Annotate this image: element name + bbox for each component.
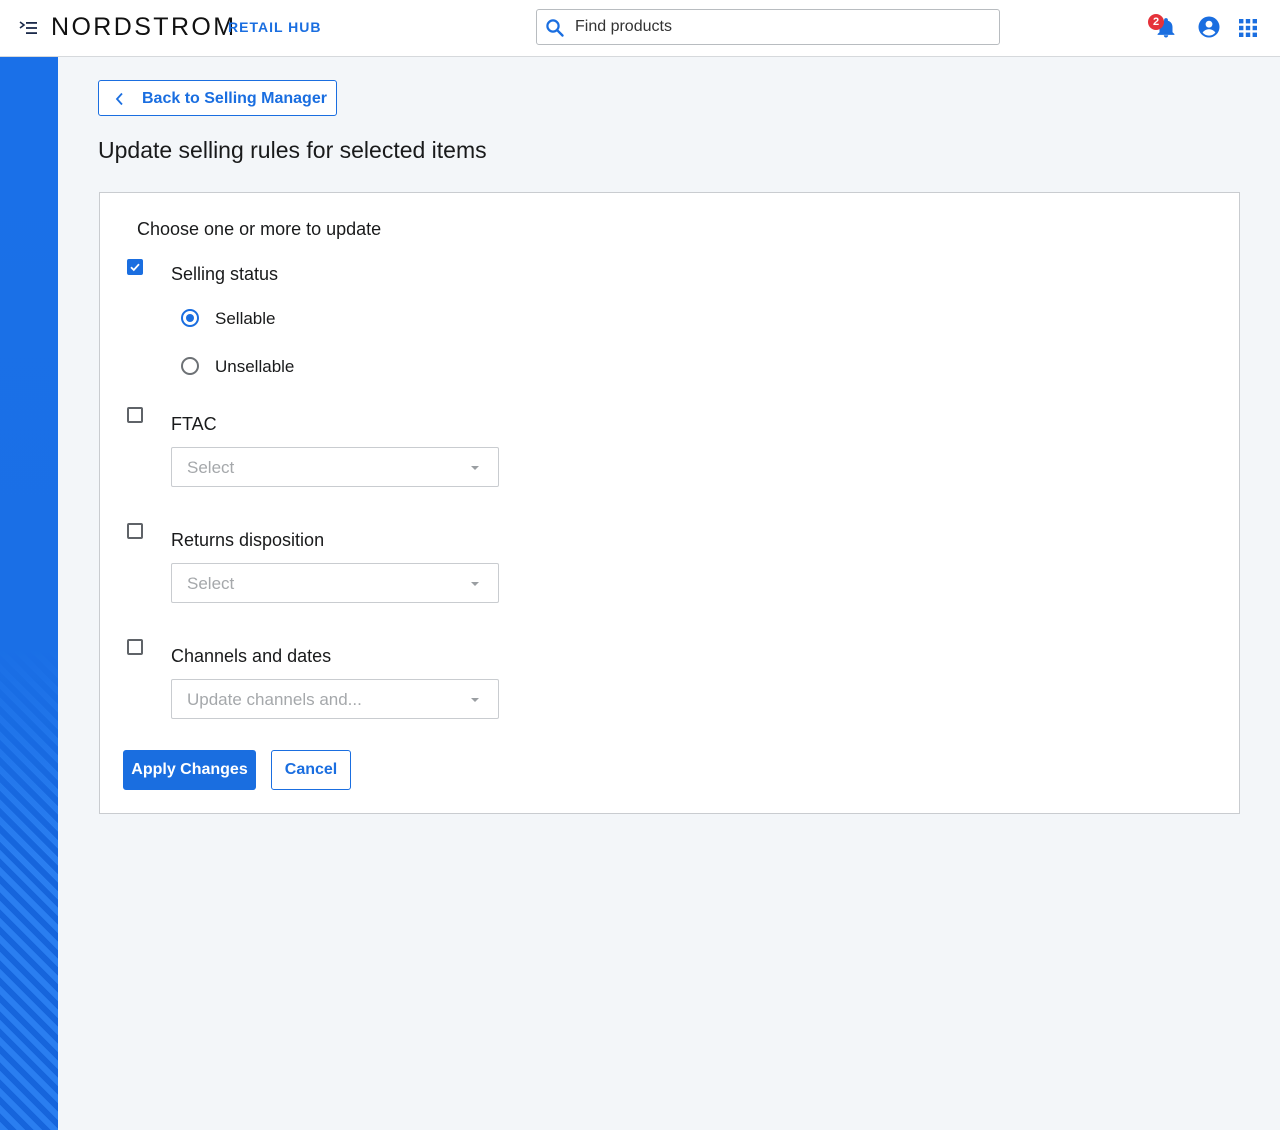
product-name: RETAIL HUB	[228, 19, 322, 35]
notification-badge: 2	[1148, 14, 1164, 30]
search-icon	[546, 19, 564, 37]
search-box[interactable]	[536, 9, 1000, 45]
sidebar	[0, 57, 58, 1130]
caret-down-icon	[471, 582, 479, 586]
sellable-label[interactable]: Sellable	[215, 309, 276, 329]
form-heading: Choose one or more to update	[137, 219, 382, 239]
apps-grid-icon[interactable]	[1238, 18, 1258, 38]
returns-disposition-select[interactable]: Select	[171, 563, 499, 603]
update-rules-form: Choose one or more to update Selling sta…	[99, 192, 1240, 814]
search-input[interactable]	[575, 10, 995, 44]
sellable-radio[interactable]	[181, 309, 199, 327]
checkmark-icon	[130, 263, 140, 272]
brand-logo[interactable]: NORDSTROM	[51, 13, 236, 42]
top-bar: NORDSTROM RETAIL HUB 2	[0, 0, 1280, 57]
selling-status-checkbox[interactable]	[127, 259, 143, 275]
channels-and-dates-label: Channels and dates	[171, 646, 332, 666]
caret-down-icon	[471, 466, 479, 470]
channels-and-dates-select[interactable]: Update channels and...	[171, 679, 499, 719]
ftac-label: FTAC	[171, 414, 217, 434]
returns-select-placeholder: Select	[187, 574, 235, 593]
ftac-checkbox[interactable]	[127, 407, 143, 423]
channels-and-dates-checkbox[interactable]	[127, 639, 143, 655]
back-button-label: Back to Selling Manager	[142, 90, 327, 107]
returns-disposition-label: Returns disposition	[171, 530, 325, 550]
ftac-select[interactable]: Select	[171, 447, 499, 487]
caret-down-icon	[471, 698, 479, 702]
back-to-selling-manager-button[interactable]: Back to Selling Manager	[98, 80, 337, 116]
cancel-button[interactable]: Cancel	[271, 750, 351, 790]
returns-disposition-checkbox[interactable]	[127, 523, 143, 539]
user-account-icon[interactable]	[1197, 15, 1221, 39]
unsellable-radio[interactable]	[181, 357, 199, 375]
menu-toggle-icon[interactable]	[18, 18, 40, 38]
unsellable-label[interactable]: Unsellable	[215, 357, 294, 377]
chevron-left-icon	[115, 92, 123, 106]
apply-changes-button[interactable]: Apply Changes	[123, 750, 256, 790]
page-title: Update selling rules for selected items	[98, 137, 487, 163]
ftac-select-placeholder: Select	[187, 458, 235, 477]
channels-select-placeholder: Update channels and...	[187, 690, 362, 709]
selling-status-label: Selling status	[171, 264, 279, 284]
